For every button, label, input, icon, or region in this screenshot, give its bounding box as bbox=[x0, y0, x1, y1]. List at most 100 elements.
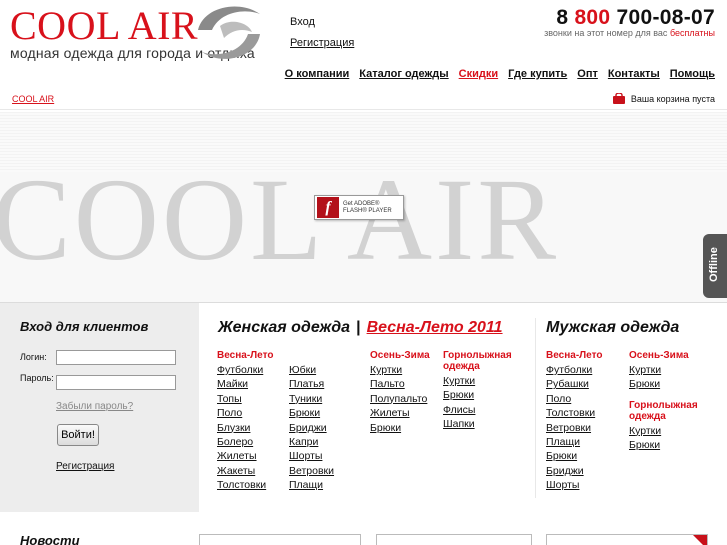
login-link[interactable]: Вход bbox=[290, 16, 354, 28]
men-spring-item[interactable]: Толстовки bbox=[546, 406, 602, 420]
nav-discounts[interactable]: Скидки bbox=[459, 68, 498, 80]
women-spring-item[interactable]: Бриджи bbox=[289, 421, 334, 435]
women-spring-item[interactable]: Капри bbox=[289, 435, 334, 449]
women-ski-item[interactable]: Куртки bbox=[443, 374, 527, 388]
women-spring-item[interactable]: Жилеты bbox=[217, 449, 273, 463]
men-ski-item[interactable]: Брюки bbox=[629, 438, 713, 452]
women-spring-item[interactable]: Болеро bbox=[217, 435, 273, 449]
men-spring-item[interactable]: Поло bbox=[546, 392, 602, 406]
shopping-bag-icon bbox=[612, 93, 625, 104]
men-autumn-item[interactable]: Брюки bbox=[629, 377, 713, 391]
women-ski-item[interactable]: Флисы bbox=[443, 403, 527, 417]
women-spring-item[interactable]: Туники bbox=[289, 392, 334, 406]
women-spring-col2: Юбки Платья Туники Брюки Бриджи Капри Шорты Вет… bbox=[289, 350, 334, 493]
women-spring-item[interactable]: Футболки bbox=[217, 363, 273, 377]
banner-logo-word: COOL AIR bbox=[0, 154, 560, 285]
get-flash-player-button[interactable]: f Get ADOBE® FLASH® PLAYER bbox=[314, 195, 404, 220]
register-link-panel[interactable]: Регистрация bbox=[56, 461, 114, 472]
breadcrumb-home[interactable]: COOL AIR bbox=[12, 94, 54, 104]
women-ski-item[interactable]: Шапки bbox=[443, 417, 527, 431]
women-ski-title: Горнолыжная одежда bbox=[443, 350, 512, 372]
cart-status[interactable]: Ваша корзина пуста bbox=[612, 93, 715, 104]
phone-note-free: бесплатны bbox=[669, 28, 715, 38]
men-spring-item[interactable]: Бриджи bbox=[546, 464, 602, 478]
phone-note-text: звонки на этот номер для вас bbox=[544, 28, 668, 38]
men-spring-item[interactable]: Плащи bbox=[546, 435, 602, 449]
women-autumn-col: Осень-Зима Куртки Пальто Полупальто Жилеты Б… bbox=[370, 350, 430, 435]
password-label: Пароль: bbox=[20, 373, 54, 383]
women-spring-item[interactable]: Ветровки bbox=[289, 464, 334, 478]
flash-line1: Get ADOBE® bbox=[343, 200, 380, 207]
catalog-divider bbox=[535, 318, 536, 498]
offline-label: Offline bbox=[708, 247, 720, 282]
phone-note: звонки на этот номер для вас бесплатны bbox=[544, 28, 715, 38]
men-autumn-item[interactable]: Куртки bbox=[629, 363, 713, 377]
phone-digits: 700-08-07 bbox=[616, 6, 715, 29]
offline-chat-tab[interactable]: Offline bbox=[703, 234, 727, 298]
nav-help[interactable]: Помощь bbox=[670, 68, 715, 80]
men-ski-title: Горнолыжная одежда bbox=[629, 399, 698, 422]
women-spring-item[interactable]: Юбки bbox=[289, 363, 334, 377]
login-button[interactable]: Войти! bbox=[57, 424, 99, 446]
women-autumn-item[interactable]: Брюки bbox=[370, 421, 430, 435]
women-spring-item[interactable]: Платья bbox=[289, 377, 334, 391]
promo-box-2[interactable] bbox=[376, 534, 532, 545]
login-input[interactable] bbox=[56, 350, 176, 365]
phone-block: 8 800 700-08-07 звонки на этот номер для… bbox=[544, 6, 715, 38]
nav-about[interactable]: О компании bbox=[285, 68, 350, 80]
men-spring-col: Весна-Лето Футболки Рубашки Поло Толстовки В… bbox=[546, 350, 602, 493]
women-title: Женская одежда bbox=[218, 319, 351, 336]
men-autumn-title: Осень-Зима bbox=[629, 350, 689, 361]
women-spring-item[interactable]: Шорты bbox=[289, 449, 334, 463]
flash-banner: COOL AIR f Get ADOBE® FLASH® PLAYER bbox=[0, 112, 727, 302]
flash-line2: FLASH® PLAYER bbox=[343, 207, 392, 214]
nav-where-to-buy[interactable]: Где купить bbox=[508, 68, 567, 80]
season-link[interactable]: Весна-Лето 2011 bbox=[367, 319, 503, 336]
women-spring-item[interactable]: Блузки bbox=[217, 421, 273, 435]
women-autumn-item[interactable]: Жилеты bbox=[370, 406, 430, 420]
nav-catalog[interactable]: Каталог одежды bbox=[359, 68, 448, 80]
nav-contacts[interactable]: Контакты bbox=[608, 68, 660, 80]
women-spring-title: Весна-Лето bbox=[217, 350, 274, 361]
password-input[interactable] bbox=[56, 375, 176, 390]
men-spring-title: Весна-Лето bbox=[546, 350, 603, 361]
logo-swirl-icon bbox=[198, 6, 260, 59]
women-autumn-item[interactable]: Куртки bbox=[370, 363, 430, 377]
flash-text: Get ADOBE® FLASH® PLAYER bbox=[343, 201, 392, 215]
women-spring-item[interactable]: Плащи bbox=[289, 478, 334, 492]
women-autumn-item[interactable]: Пальто bbox=[370, 377, 430, 391]
men-spring-item[interactable]: Футболки bbox=[546, 363, 602, 377]
men-spring-item[interactable]: Брюки bbox=[546, 449, 602, 463]
men-spring-item[interactable]: Рубашки bbox=[546, 377, 602, 391]
forgot-password-link[interactable]: Забыли пароль? bbox=[56, 401, 133, 412]
main-nav: О компании Каталог одежды Скидки Где куп… bbox=[285, 68, 715, 80]
women-ski-col: Горнолыжная одежда Куртки Брюки Флисы Шапки bbox=[443, 350, 527, 432]
nav-wholesale[interactable]: Опт bbox=[577, 68, 598, 80]
phone-code: 800 bbox=[574, 6, 611, 29]
women-heading: Женская одежда | Весна-Лето 2011 bbox=[218, 319, 503, 337]
men-autumn-col: Осень-Зима Куртки Брюки Горнолыжная одежд… bbox=[629, 350, 713, 453]
women-spring-item[interactable]: Жакеты bbox=[217, 464, 273, 478]
promo-corner bbox=[693, 535, 707, 545]
men-spring-item[interactable]: Ветровки bbox=[546, 421, 602, 435]
register-link[interactable]: Регистрация bbox=[290, 37, 354, 49]
women-spring-item[interactable]: Майки bbox=[217, 377, 273, 391]
catalog-panel: Женская одежда | Весна-Лето 2011 Мужская о… bbox=[199, 302, 727, 512]
flash-icon: f bbox=[317, 197, 339, 218]
login-panel: Вход для клиентов Логин: Пароль: Забыли … bbox=[0, 302, 199, 512]
login-title: Вход для клиентов bbox=[20, 319, 149, 334]
men-heading: Мужская одежда bbox=[546, 319, 680, 336]
men-ski-item[interactable]: Куртки bbox=[629, 424, 713, 438]
women-ski-item[interactable]: Брюки bbox=[443, 388, 527, 402]
women-spring-item[interactable]: Толстовки bbox=[217, 478, 273, 492]
login-label: Логин: bbox=[20, 352, 47, 362]
phone-number: 8 800 700-08-07 bbox=[544, 6, 715, 30]
men-spring-item[interactable]: Шорты bbox=[546, 478, 602, 492]
promo-box-3[interactable] bbox=[546, 534, 708, 545]
promo-box-1[interactable] bbox=[199, 534, 361, 545]
women-autumn-title: Осень-Зима bbox=[370, 350, 430, 361]
women-spring-item[interactable]: Поло bbox=[217, 406, 273, 420]
women-autumn-item[interactable]: Полупальто bbox=[370, 392, 430, 406]
women-spring-item[interactable]: Топы bbox=[217, 392, 273, 406]
women-spring-item[interactable]: Брюки bbox=[289, 406, 334, 420]
